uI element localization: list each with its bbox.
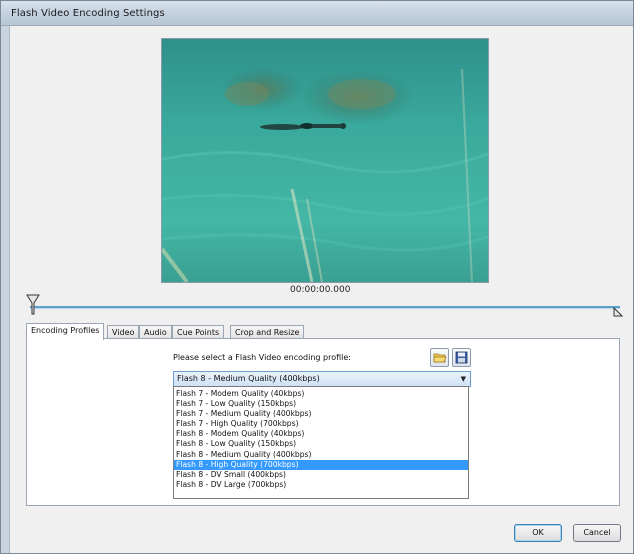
profile-option[interactable]: Flash 8 - Low Quality (150kbps) bbox=[174, 439, 468, 449]
save-disk-icon bbox=[455, 351, 468, 364]
profile-option[interactable]: Flash 7 - High Quality (700kbps) bbox=[174, 419, 468, 429]
profile-option[interactable]: Flash 8 - DV Small (400kbps) bbox=[174, 470, 468, 480]
tab-cue-points[interactable]: Cue Points bbox=[172, 325, 225, 339]
video-preview bbox=[161, 38, 489, 283]
profile-option[interactable]: Flash 8 - Modem Quality (40kbps) bbox=[174, 429, 468, 439]
ok-button[interactable]: OK bbox=[514, 524, 562, 542]
profile-dropdown-list[interactable]: Flash 7 - Modem Quality (40kbps) Flash 7… bbox=[173, 386, 469, 499]
window-frame-edge bbox=[1, 26, 10, 553]
profile-select-value: Flash 8 - Medium Quality (400kbps) bbox=[177, 374, 320, 383]
profile-option[interactable]: Flash 7 - Low Quality (150kbps) bbox=[174, 399, 468, 409]
profile-option[interactable]: Flash 8 - Medium Quality (400kbps) bbox=[174, 450, 468, 460]
open-profile-button[interactable] bbox=[430, 348, 449, 367]
tab-audio[interactable]: Audio bbox=[139, 325, 172, 339]
timeline-end-marker-icon[interactable] bbox=[613, 307, 623, 317]
profile-select[interactable]: Flash 8 - Medium Quality (400kbps) ▼ bbox=[173, 371, 471, 387]
timeline-track-shadow bbox=[30, 308, 620, 309]
playhead-handle-icon[interactable] bbox=[26, 294, 40, 316]
tab-crop-and-resize[interactable]: Crop and Resize bbox=[230, 325, 305, 339]
timecode: 00:00:00.000 bbox=[290, 285, 351, 295]
chevron-down-icon: ▼ bbox=[460, 375, 466, 383]
cancel-button[interactable]: Cancel bbox=[573, 524, 621, 542]
profile-option[interactable]: Flash 7 - Medium Quality (400kbps) bbox=[174, 409, 468, 419]
profile-option[interactable]: Flash 8 - DV Large (700kbps) bbox=[174, 480, 468, 490]
save-profile-button[interactable] bbox=[452, 348, 471, 367]
open-folder-icon bbox=[433, 353, 447, 363]
window-title: Flash Video Encoding Settings bbox=[11, 8, 165, 19]
profile-prompt-label: Please select a Flash Video encoding pro… bbox=[173, 353, 351, 362]
tab-encoding-profiles[interactable]: Encoding Profiles bbox=[26, 323, 105, 340]
video-frame-image bbox=[162, 39, 488, 282]
profile-option-highlighted[interactable]: Flash 8 - High Quality (700kbps) bbox=[174, 459, 468, 470]
profile-option[interactable]: Flash 7 - Modem Quality (40kbps) bbox=[174, 389, 468, 399]
title-bar[interactable]: Flash Video Encoding Settings bbox=[1, 1, 633, 26]
tab-video[interactable]: Video bbox=[107, 325, 140, 339]
